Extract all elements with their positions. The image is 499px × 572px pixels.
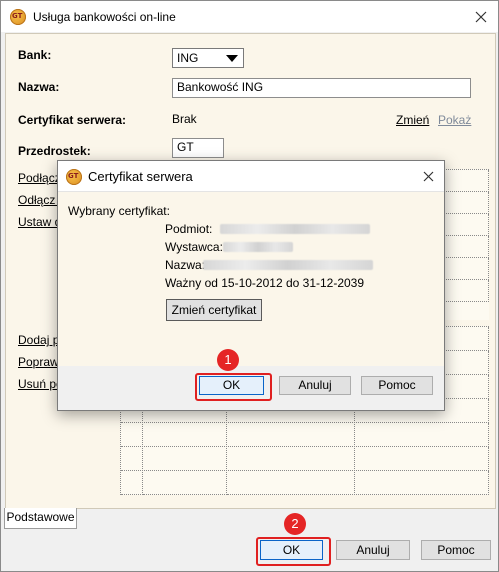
nazwa-redacted-value <box>203 260 373 270</box>
bank-select-value: ING <box>177 51 199 65</box>
close-icon[interactable] <box>469 5 493 29</box>
wystawca-label: Wystawca: <box>165 240 223 254</box>
usun-link[interactable]: Usuń pe <box>18 377 63 391</box>
dialog-titlebar: GT Certyfikat serwera <box>58 161 444 192</box>
main-help-button[interactable]: Pomoc <box>421 540 491 560</box>
window-title: Usługa bankowości on-line <box>33 10 176 24</box>
podlacz-link[interactable]: Podłącz <box>18 171 61 185</box>
certyfikat-value: Brak <box>172 112 197 126</box>
odlacz-link[interactable]: Odłącz r <box>18 193 63 207</box>
nazwa-label: Nazwa: <box>18 80 60 94</box>
dialog-ok-button[interactable]: OK <box>199 376 264 395</box>
wystawca-redacted-value <box>223 242 293 252</box>
certyfikat-label: Certyfikat serwera: <box>18 113 127 127</box>
selected-cert-label: Wybrany certyfikat: <box>68 204 170 218</box>
main-titlebar: GT Usługa bankowości on-line <box>1 1 498 32</box>
przedrostek-label: Przedrostek: <box>18 144 91 158</box>
podmiot-redacted-value <box>220 224 370 234</box>
app-logo-icon: GT <box>10 9 26 25</box>
tab-podstawowe[interactable]: Podstawowe <box>4 508 77 529</box>
step-badge-2: 2 <box>284 513 306 535</box>
bank-select[interactable]: ING <box>172 48 244 68</box>
dialog-body: Wybrany certyfikat: Podmiot: Wystawca: N… <box>58 192 444 366</box>
nazwa-input[interactable]: Bankowość ING <box>172 78 471 98</box>
step-badge-1: 1 <box>217 349 239 371</box>
dialog-close-icon[interactable] <box>416 164 440 188</box>
ustaw-link[interactable]: Ustaw d <box>18 215 61 229</box>
przedrostek-input[interactable]: GT <box>172 138 224 158</box>
zmien-link[interactable]: Zmień <box>396 113 429 127</box>
main-cancel-button[interactable]: Anuluj <box>336 540 410 560</box>
pokaz-link[interactable]: Pokaż <box>438 113 471 127</box>
dialog-help-button[interactable]: Pomoc <box>361 376 433 395</box>
podmiot-label: Podmiot: <box>165 222 213 236</box>
bank-label: Bank: <box>18 48 52 62</box>
dialog-title: Certyfikat serwera <box>88 169 193 184</box>
app-logo-icon: GT <box>66 169 82 185</box>
nazwa-label: Nazwa: <box>165 258 206 272</box>
change-certificate-button[interactable]: Zmień certyfikat <box>166 299 262 321</box>
dialog-cancel-button[interactable]: Anuluj <box>279 376 351 395</box>
certificate-dialog: GT Certyfikat serwera Wybrany certyfikat… <box>57 160 445 411</box>
validity-text: Ważny od 15-10-2012 do 31-12-2039 <box>165 276 365 290</box>
main-ok-button[interactable]: OK <box>260 540 323 560</box>
chevron-down-icon <box>226 55 238 62</box>
